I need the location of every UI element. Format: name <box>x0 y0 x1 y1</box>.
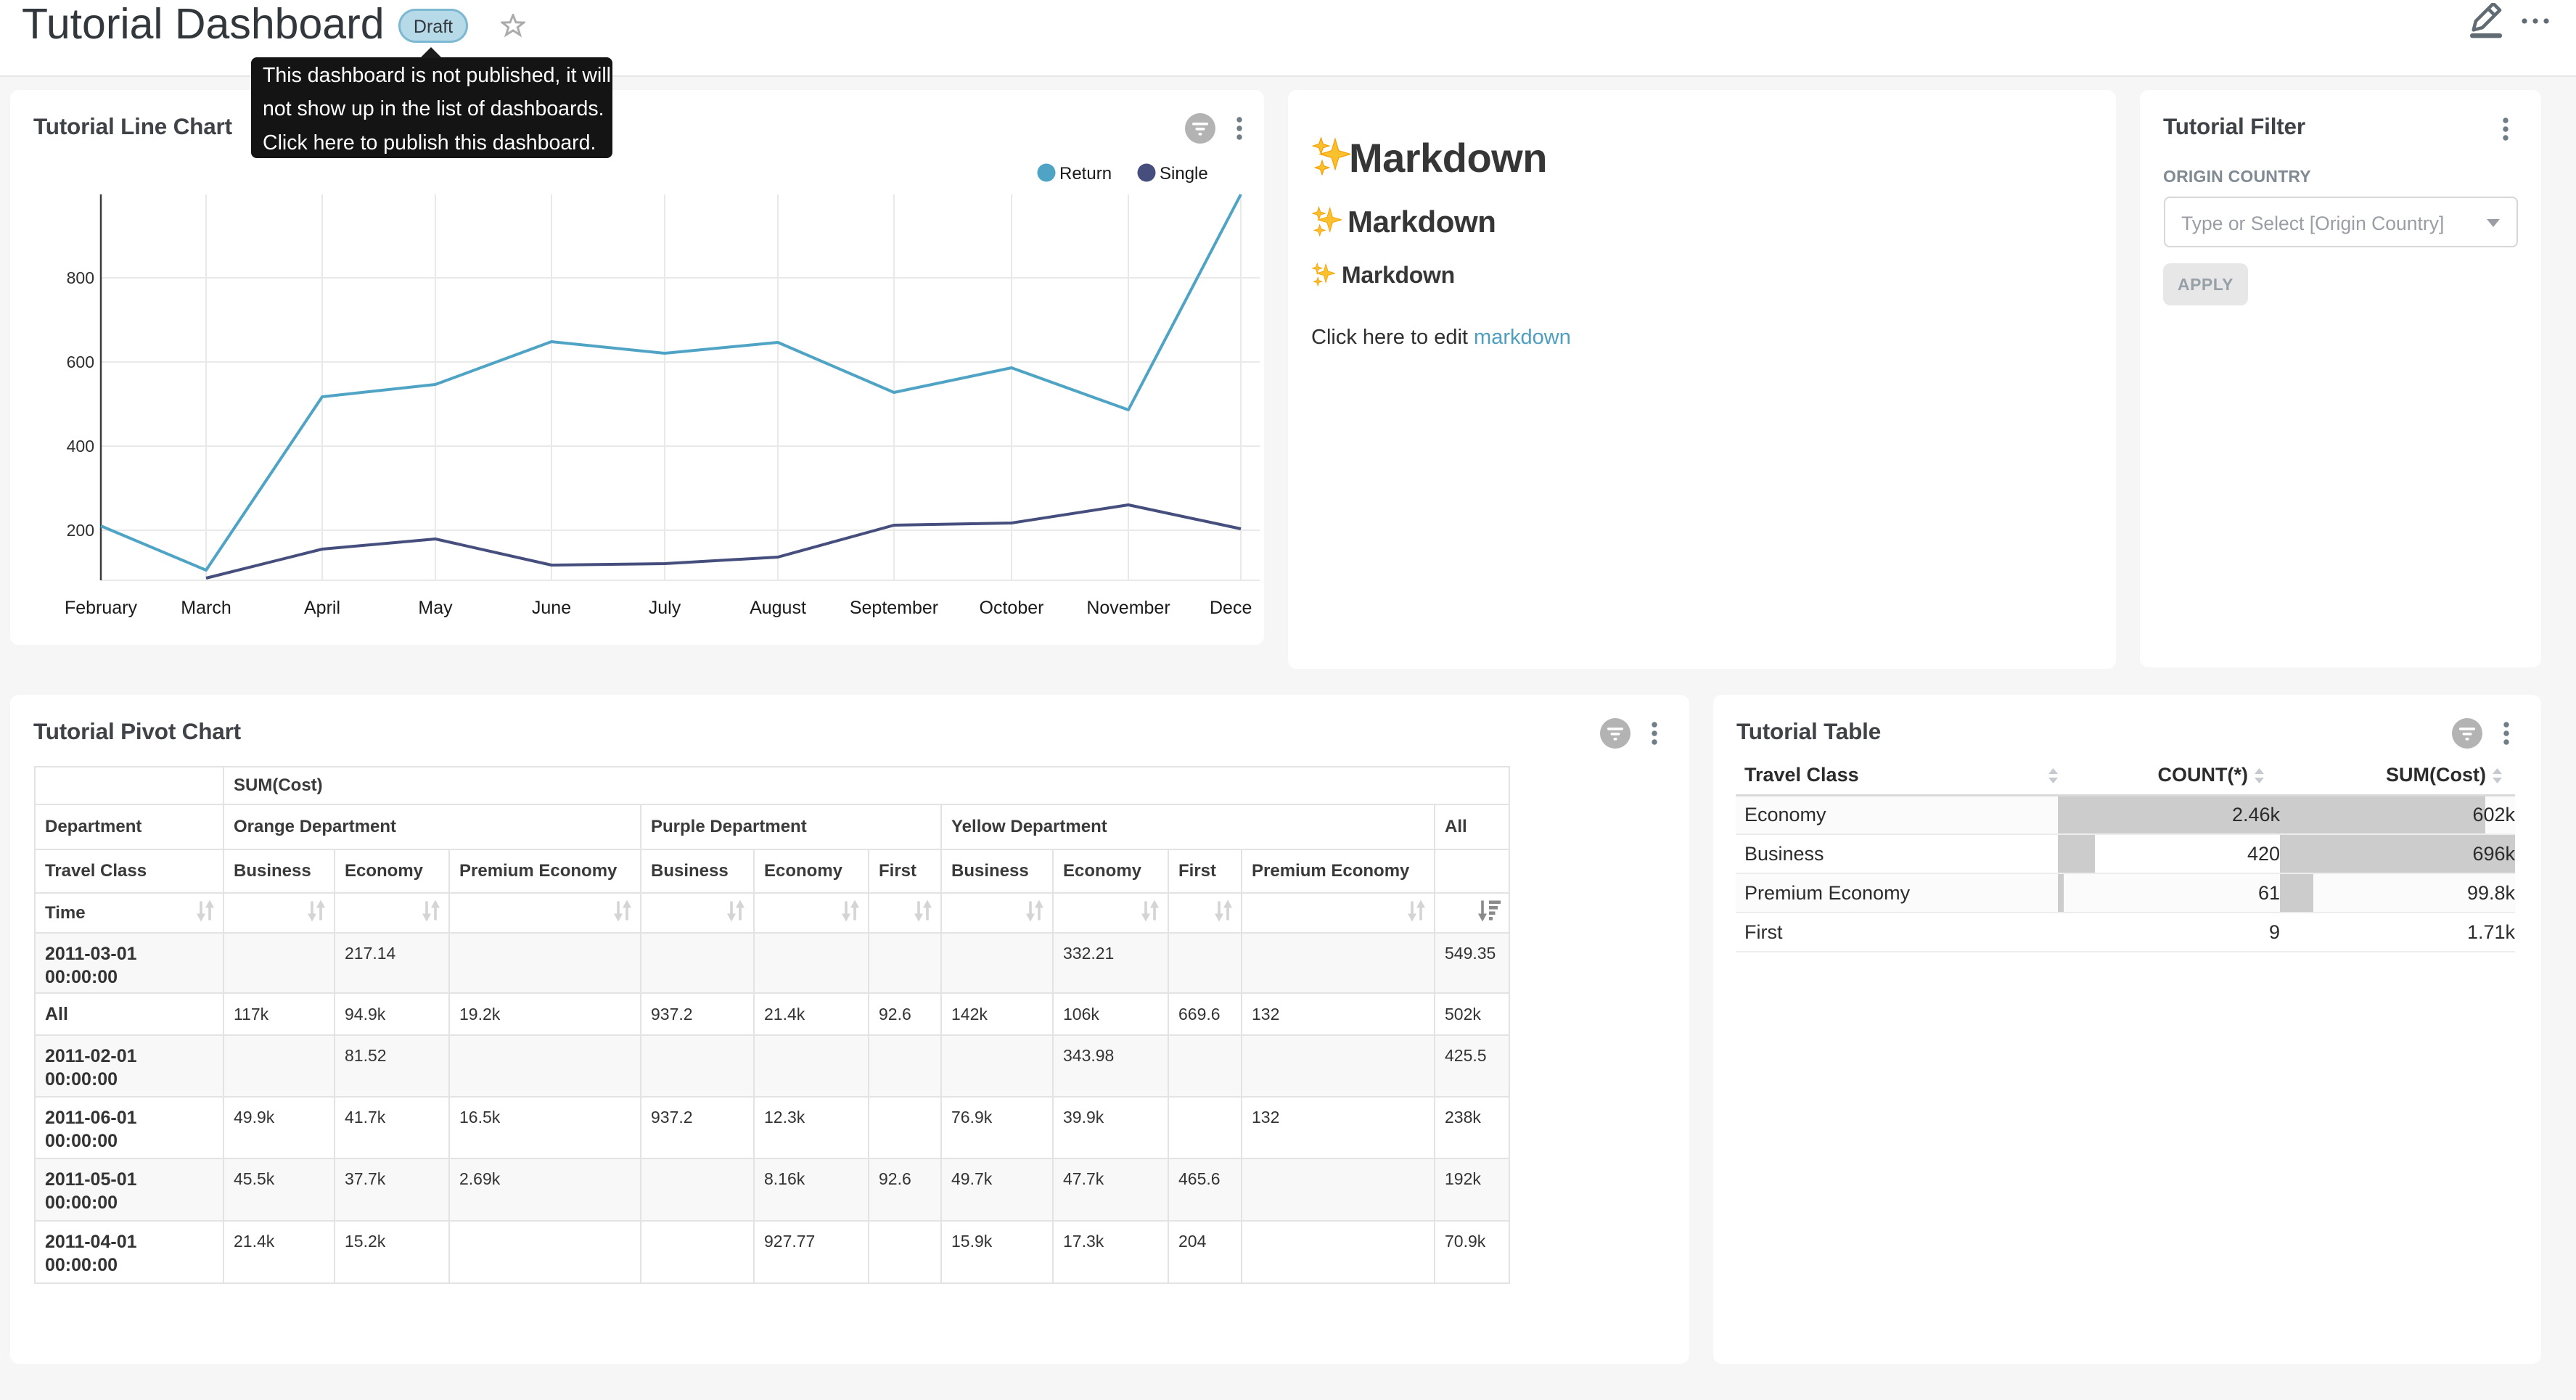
svg-text:400: 400 <box>67 437 94 456</box>
svg-text:200: 200 <box>67 521 94 540</box>
svg-text:July: July <box>649 598 681 618</box>
svg-text:October: October <box>980 598 1044 618</box>
svg-text:Dece: Dece <box>1210 598 1252 618</box>
svg-text:May: May <box>418 598 453 618</box>
svg-text:November: November <box>1086 598 1170 618</box>
svg-text:Return: Return <box>1059 164 1112 184</box>
svg-text:June: June <box>532 598 571 618</box>
svg-text:Single: Single <box>1160 164 1208 184</box>
svg-text:March: March <box>181 598 231 618</box>
svg-text:800: 800 <box>67 268 94 287</box>
svg-text:February: February <box>65 598 138 618</box>
svg-text:August: August <box>750 598 806 618</box>
svg-text:September: September <box>850 598 938 618</box>
svg-text:600: 600 <box>67 353 94 371</box>
svg-text:April: April <box>304 598 340 618</box>
